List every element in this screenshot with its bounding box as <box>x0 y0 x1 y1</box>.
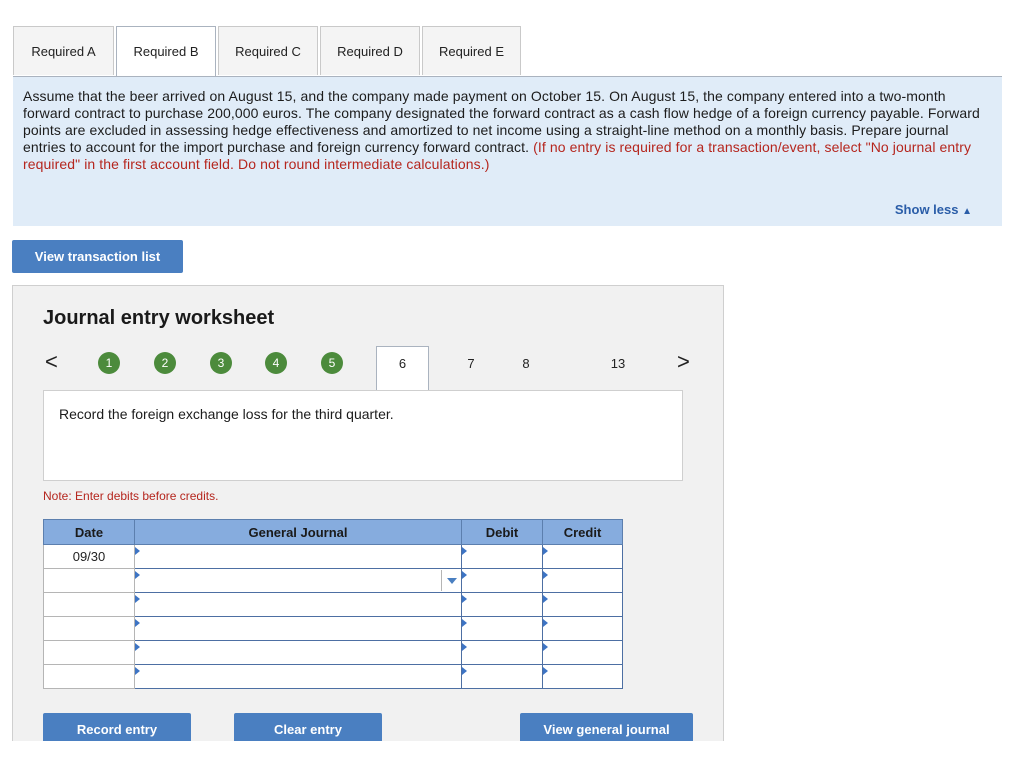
credit-header: Credit <box>542 519 623 545</box>
account-input[interactable] <box>134 616 462 641</box>
step-13[interactable]: 13 <box>607 356 629 371</box>
credit-input[interactable] <box>542 640 623 665</box>
tab-required-c[interactable]: Required C <box>218 26 318 75</box>
page-bottom-mask <box>0 741 1024 758</box>
journal-header-row: Date General Journal Debit Credit <box>43 519 623 545</box>
debit-input[interactable] <box>461 592 543 617</box>
view-transaction-list-button[interactable]: View transaction list <box>12 240 183 273</box>
step-1[interactable]: 1 <box>98 352 120 374</box>
table-row <box>43 664 623 689</box>
step-4[interactable]: 4 <box>265 352 287 374</box>
date-cell <box>43 616 135 641</box>
table-row <box>43 640 623 665</box>
dropdown-arrow-icon[interactable] <box>441 570 461 591</box>
table-row <box>43 592 623 617</box>
tab-required-d[interactable]: Required D <box>320 26 420 75</box>
date-cell <box>43 640 135 665</box>
debit-input[interactable] <box>461 544 543 569</box>
tab-required-b[interactable]: Required B <box>116 26 216 77</box>
table-row: 09/30 <box>43 544 623 569</box>
instructions-panel: Assume that the beer arrived on August 1… <box>13 77 1002 226</box>
debit-header: Debit <box>461 519 543 545</box>
chevron-right-icon[interactable]: > <box>677 349 690 375</box>
debit-input[interactable] <box>461 616 543 641</box>
credit-input[interactable] <box>542 592 623 617</box>
date-cell: 09/30 <box>43 544 135 569</box>
account-input[interactable] <box>134 640 462 665</box>
step-7[interactable]: 7 <box>464 356 478 371</box>
chevron-left-icon[interactable]: < <box>45 349 58 375</box>
debit-input[interactable] <box>461 640 543 665</box>
step-6-active[interactable]: 6 <box>376 346 429 390</box>
show-less-link[interactable]: Show less ▲ <box>895 202 972 217</box>
entry-description: Record the foreign exchange loss for the… <box>43 390 683 481</box>
tab-required-a[interactable]: Required A <box>13 26 114 75</box>
step-2[interactable]: 2 <box>154 352 176 374</box>
worksheet-title: Journal entry worksheet <box>43 307 275 329</box>
date-header: Date <box>43 519 135 545</box>
date-cell <box>43 568 135 593</box>
instructions-text: Assume that the beer arrived on August 1… <box>23 88 980 172</box>
credit-input[interactable] <box>542 664 623 689</box>
table-row <box>43 616 623 641</box>
credit-input[interactable] <box>542 616 623 641</box>
general-journal-header: General Journal <box>134 519 462 545</box>
credit-input[interactable] <box>542 544 623 569</box>
step-3[interactable]: 3 <box>210 352 232 374</box>
step-8[interactable]: 8 <box>519 356 533 371</box>
date-cell <box>43 592 135 617</box>
triangle-up-icon: ▲ <box>962 206 972 217</box>
step-5[interactable]: 5 <box>321 352 343 374</box>
tab-required-e[interactable]: Required E <box>422 26 521 75</box>
table-row <box>43 568 623 593</box>
credit-input[interactable] <box>542 568 623 593</box>
date-cell <box>43 664 135 689</box>
account-input[interactable] <box>134 664 462 689</box>
entry-note: Note: Enter debits before credits. <box>43 489 219 503</box>
debit-input[interactable] <box>461 568 543 593</box>
debit-input[interactable] <box>461 664 543 689</box>
journal-table: Date General Journal Debit Credit 09/30 <box>43 519 623 689</box>
journal-worksheet-panel: Journal entry worksheet < 1 2 3 4 5 6 7 … <box>12 285 724 758</box>
account-input[interactable] <box>134 592 462 617</box>
account-input[interactable] <box>134 544 462 569</box>
account-select[interactable] <box>134 568 462 593</box>
